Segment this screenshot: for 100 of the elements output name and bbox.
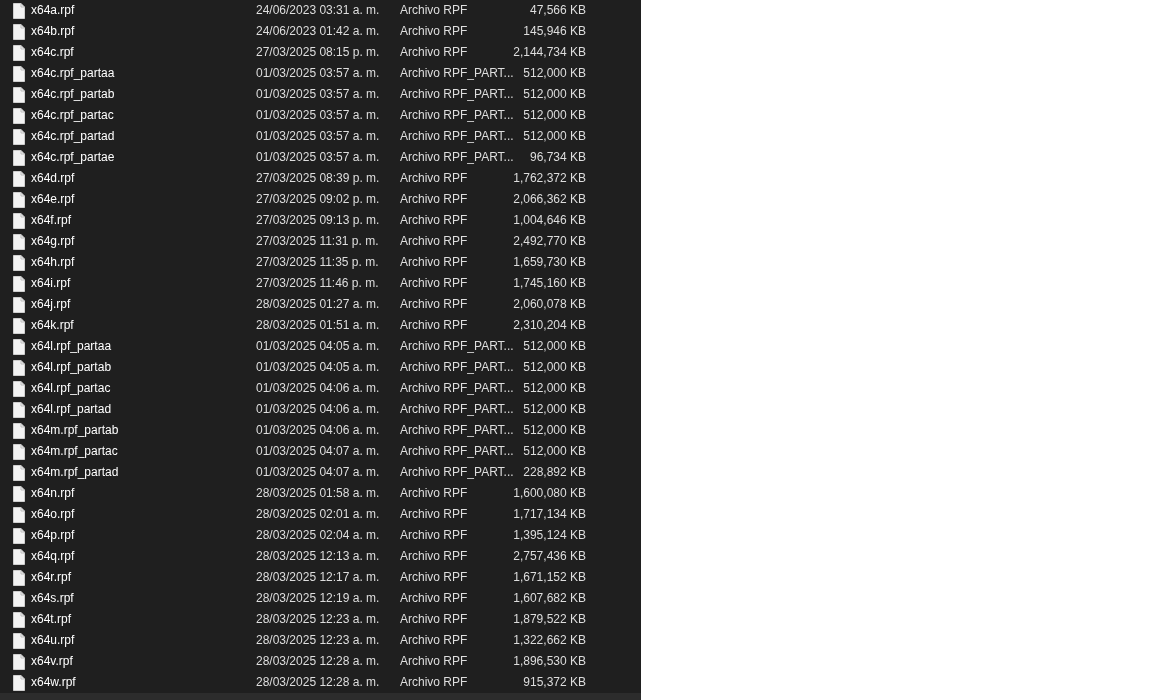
modified-date: 01/03/2025 04:06 a. m.: [256, 402, 380, 417]
file-type: Archivo RPF: [400, 234, 468, 249]
file-type: Archivo RPF: [400, 612, 468, 627]
file-type: Archivo RPF: [400, 654, 468, 669]
document-icon: [13, 674, 25, 691]
file-name[interactable]: x64c.rpf_partab: [31, 87, 115, 102]
document-icon: [13, 506, 25, 523]
document-icon: [13, 44, 25, 61]
file-name[interactable]: x64o.rpf: [31, 507, 75, 522]
file-type: Archivo RPF: [400, 192, 468, 207]
modified-date: 01/03/2025 03:57 a. m.: [256, 129, 380, 144]
file-name[interactable]: x64c.rpf_partac: [31, 108, 114, 123]
file-size: 228,892 KB: [523, 465, 586, 480]
file-name[interactable]: x64l.rpf_partab: [31, 360, 112, 375]
document-icon: [13, 422, 25, 439]
file-name[interactable]: x64q.rpf: [31, 549, 75, 564]
file-type: Archivo RPF: [400, 528, 468, 543]
file-name[interactable]: x64a.rpf: [31, 3, 75, 18]
modified-date: 27/03/2025 11:35 p. m.: [256, 255, 379, 270]
document-icon: [13, 443, 25, 460]
file-name[interactable]: x64s.rpf: [31, 591, 74, 606]
file-name[interactable]: x64m.rpf_partac: [31, 444, 118, 459]
file-size: 512,000 KB: [523, 339, 586, 354]
file-size: 1,607,682 KB: [513, 591, 586, 606]
modified-date: 01/03/2025 03:57 a. m.: [256, 108, 380, 123]
file-size: 47,566 KB: [529, 3, 586, 18]
modified-date: 28/03/2025 01:27 a. m.: [256, 297, 380, 312]
file-size: 512,000 KB: [523, 381, 586, 396]
file-name[interactable]: x64t.rpf: [31, 612, 72, 627]
file-name[interactable]: x64c.rpf_partad: [31, 129, 115, 144]
file-name[interactable]: x64d.rpf: [31, 171, 75, 186]
document-icon: [13, 128, 25, 145]
document-icon: [13, 65, 25, 82]
file-name[interactable]: x64j.rpf: [31, 297, 71, 312]
document-icon: [13, 212, 25, 229]
file-size: 2,310,204 KB: [513, 318, 586, 333]
file-name[interactable]: x64c.rpf_partae: [31, 150, 115, 165]
file-name[interactable]: x64h.rpf: [31, 255, 75, 270]
file-name[interactable]: x64e.rpf: [31, 192, 75, 207]
modified-date: 24/06/2023 01:42 a. m.: [256, 24, 380, 39]
file-name[interactable]: x64w.rpf: [31, 675, 76, 690]
modified-date: 28/03/2025 02:01 a. m.: [256, 507, 380, 522]
document-icon: [13, 191, 25, 208]
document-icon: [13, 338, 25, 355]
modified-date: 01/03/2025 04:07 a. m.: [256, 465, 380, 480]
file-name[interactable]: x64p.rpf: [31, 528, 75, 543]
modified-date: 28/03/2025 12:23 a. m.: [256, 633, 380, 648]
file-size: 1,717,134 KB: [513, 507, 586, 522]
file-type: Archivo RPF_PART...: [400, 360, 514, 375]
file-name[interactable]: x64m.rpf_partab: [31, 423, 119, 438]
file-name[interactable]: x64f.rpf: [31, 213, 72, 228]
document-icon: [13, 401, 25, 418]
file-size: 1,896,530 KB: [513, 654, 586, 669]
modified-date: 28/03/2025 12:19 a. m.: [256, 591, 380, 606]
file-name[interactable]: x64k.rpf: [31, 318, 74, 333]
file-size: 915,372 KB: [523, 675, 586, 690]
document-icon: [13, 527, 25, 544]
document-icon: [13, 2, 25, 19]
modified-date: 01/03/2025 03:57 a. m.: [256, 87, 380, 102]
file-name[interactable]: x64c.rpf: [31, 45, 74, 60]
file-size: 2,144,734 KB: [513, 45, 586, 60]
modified-date: 27/03/2025 11:31 p. m.: [256, 234, 379, 249]
file-name[interactable]: x64l.rpf_partac: [31, 381, 111, 396]
file-size: 512,000 KB: [523, 423, 586, 438]
file-name[interactable]: x64v.rpf: [31, 654, 73, 669]
file-size: 1,879,522 KB: [513, 612, 586, 627]
file-type: Archivo RPF: [400, 318, 468, 333]
file-size: 512,000 KB: [523, 402, 586, 417]
file-name[interactable]: x64c.rpf_partaa: [31, 66, 115, 81]
modified-date: 28/03/2025 12:13 a. m.: [256, 549, 380, 564]
modified-date: 28/03/2025 12:28 a. m.: [256, 675, 380, 690]
file-name[interactable]: x64u.rpf: [31, 633, 75, 648]
document-icon: [13, 86, 25, 103]
file-name[interactable]: x64i.rpf: [31, 276, 71, 291]
document-icon: [13, 107, 25, 124]
file-name[interactable]: x64r.rpf: [31, 570, 72, 585]
file-name[interactable]: x64g.rpf: [31, 234, 75, 249]
document-icon: [13, 569, 25, 586]
file-size: 1,322,662 KB: [513, 633, 586, 648]
file-name[interactable]: x64b.rpf: [31, 24, 75, 39]
file-size: 512,000 KB: [523, 444, 586, 459]
scrollbar-track[interactable]: [0, 693, 641, 700]
file-name[interactable]: x64n.rpf: [31, 486, 75, 501]
file-type: Archivo RPF: [400, 255, 468, 270]
document-icon: [13, 149, 25, 166]
file-size: 2,060,078 KB: [513, 297, 586, 312]
modified-date: 01/03/2025 04:07 a. m.: [256, 444, 380, 459]
file-size: 2,757,436 KB: [513, 549, 586, 564]
file-type: Archivo RPF_PART...: [400, 87, 514, 102]
file-name[interactable]: x64l.rpf_partaa: [31, 339, 112, 354]
file-type: Archivo RPF: [400, 549, 468, 564]
file-type: Archivo RPF_PART...: [400, 444, 514, 459]
modified-date: 27/03/2025 08:39 p. m.: [256, 171, 380, 186]
file-type: Archivo RPF_PART...: [400, 423, 514, 438]
file-type: Archivo RPF: [400, 570, 468, 585]
modified-date: 01/03/2025 04:05 a. m.: [256, 360, 380, 375]
file-type: Archivo RPF_PART...: [400, 108, 514, 123]
file-name[interactable]: x64l.rpf_partad: [31, 402, 112, 417]
file-name[interactable]: x64m.rpf_partad: [31, 465, 119, 480]
document-icon: [13, 590, 25, 607]
